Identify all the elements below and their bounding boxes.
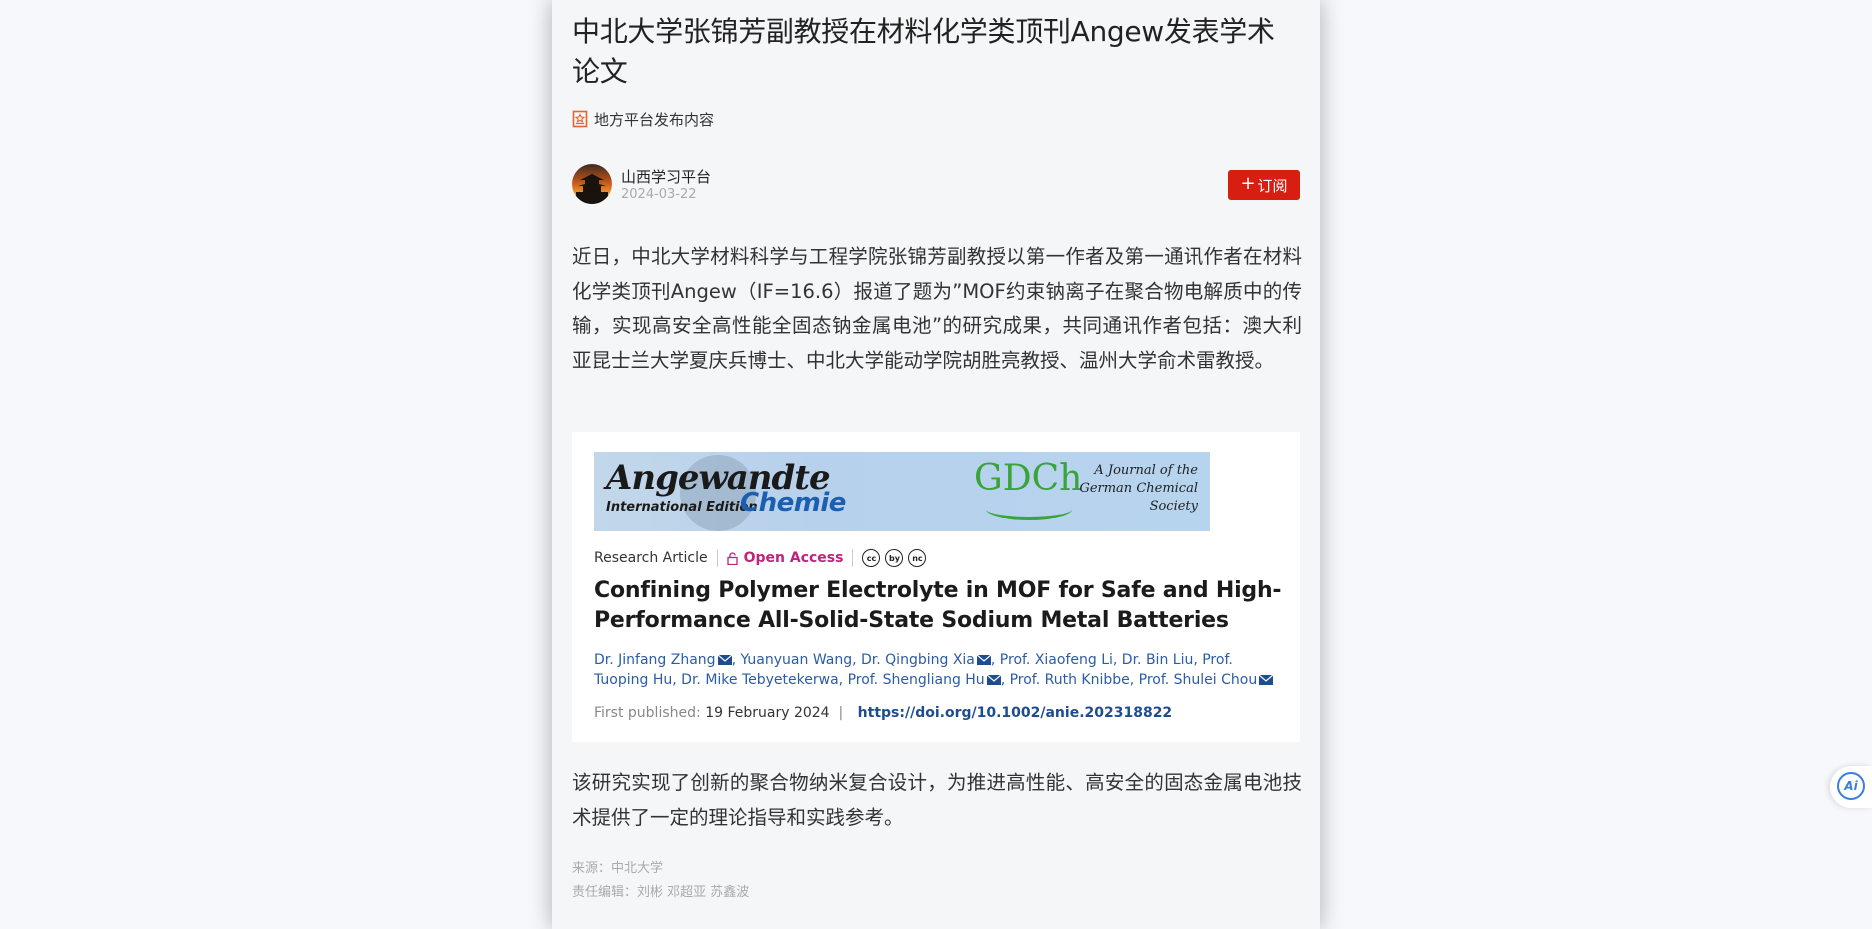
- ai-assistant-button[interactable]: Ai: [1830, 766, 1872, 808]
- source-line: 来源：中北大学: [572, 861, 664, 876]
- article-paragraph-2: 该研究实现了创新的聚合物纳米复合设计，为推进高性能、高安全的固态金属电池技术提供…: [572, 771, 1302, 829]
- article-title: 中北大学张锦芳副教授在材料化学类顶刊Angew发表学术论文: [572, 15, 1275, 88]
- license-icons: cc by nc: [862, 549, 927, 567]
- gdch-logo: GDCh: [974, 458, 1083, 499]
- divider: [852, 549, 854, 567]
- author-name[interactable]: 山西学习平台: [621, 166, 711, 187]
- author-link[interactable]: Prof. Shulei Chou: [1139, 672, 1258, 688]
- bookmark-badge-icon: [572, 110, 588, 128]
- platform-tag: 地方平台发布内容: [572, 107, 714, 131]
- journal-name-chemie: Chemie: [740, 488, 846, 518]
- pagoda-avatar-icon: [572, 164, 612, 204]
- nc-icon: nc: [908, 549, 927, 567]
- author-list: Dr. Jinfang Zhang, Yuanyuan Wang, Dr. Qi…: [594, 650, 1284, 690]
- author-link[interactable]: Dr. Jinfang Zhang: [594, 652, 716, 668]
- mail-icon[interactable]: [986, 675, 1001, 685]
- subscribe-label: 订阅: [1257, 176, 1288, 195]
- platform-tag-label: 地方平台发布内容: [594, 110, 715, 129]
- mail-icon[interactable]: [1259, 675, 1274, 685]
- article-paragraph-1: 近日，中北大学材料科学与工程学院张锦芳副教授以第一作者及第一通讯作者在材料化学类…: [572, 245, 1302, 372]
- gdch-logo-arc: [986, 499, 1072, 520]
- journal-banner: Angewandte International Edition Chemie …: [594, 452, 1210, 531]
- article-footer: 来源：中北大学 责任编辑：刘彬 邓超亚 苏鑫波: [572, 857, 749, 905]
- plus-icon: +: [1240, 173, 1256, 194]
- divider: [716, 549, 718, 567]
- article-type: Research Article: [594, 550, 708, 566]
- author-link[interactable]: Dr. Mike Tebyetekerwa: [681, 672, 838, 688]
- author-link[interactable]: Prof. Xiaofeng Li: [1000, 652, 1113, 668]
- article-meta: Research Article Open Access cc by nc: [594, 548, 927, 568]
- publish-date: 2024-03-22: [621, 187, 697, 202]
- open-access-badge: Open Access: [726, 550, 844, 566]
- subscribe-button[interactable]: + 订阅: [1228, 170, 1300, 200]
- doi-link[interactable]: https://doi.org/10.1002/anie.202318822: [858, 705, 1173, 721]
- paper-screenshot-figure: Angewandte International Edition Chemie …: [572, 432, 1300, 742]
- author-link[interactable]: Dr. Bin Liu: [1122, 652, 1194, 668]
- author-link[interactable]: Yuanyuan Wang: [740, 652, 852, 668]
- article-page: 中北大学张锦芳副教授在材料化学类顶刊Angew发表学术论文 地方平台发布内容 山…: [552, 0, 1320, 929]
- editor-line: 责任编辑：刘彬 邓超亚 苏鑫波: [572, 885, 750, 900]
- first-published-label: First published:: [594, 705, 701, 721]
- society-text: A Journal of the German Chemical Society: [1079, 463, 1198, 514]
- by-icon: by: [885, 549, 904, 567]
- ai-icon: Ai: [1837, 772, 1865, 800]
- avatar[interactable]: [572, 164, 612, 204]
- divider: |: [834, 705, 844, 721]
- author-link[interactable]: Prof. Shengliang Hu: [848, 672, 985, 688]
- mail-icon[interactable]: [976, 655, 991, 665]
- author-link[interactable]: Dr. Qingbing Xia: [861, 652, 975, 668]
- open-access-label: Open Access: [743, 550, 844, 566]
- journal-edition: International Edition: [606, 500, 758, 515]
- first-published-date: 19 February 2024: [705, 705, 830, 721]
- author-bar: 山西学习平台 2024-03-22 + 订阅: [572, 164, 1300, 208]
- publication-info: First published: 19 February 2024 | http…: [594, 705, 1172, 721]
- paper-title: Confining Polymer Electrolyte in MOF for…: [594, 578, 1282, 633]
- mail-icon[interactable]: [717, 655, 732, 665]
- unlock-icon: [726, 551, 738, 565]
- cc-icon: cc: [862, 549, 881, 567]
- author-link[interactable]: Prof. Ruth Knibbe: [1010, 672, 1130, 688]
